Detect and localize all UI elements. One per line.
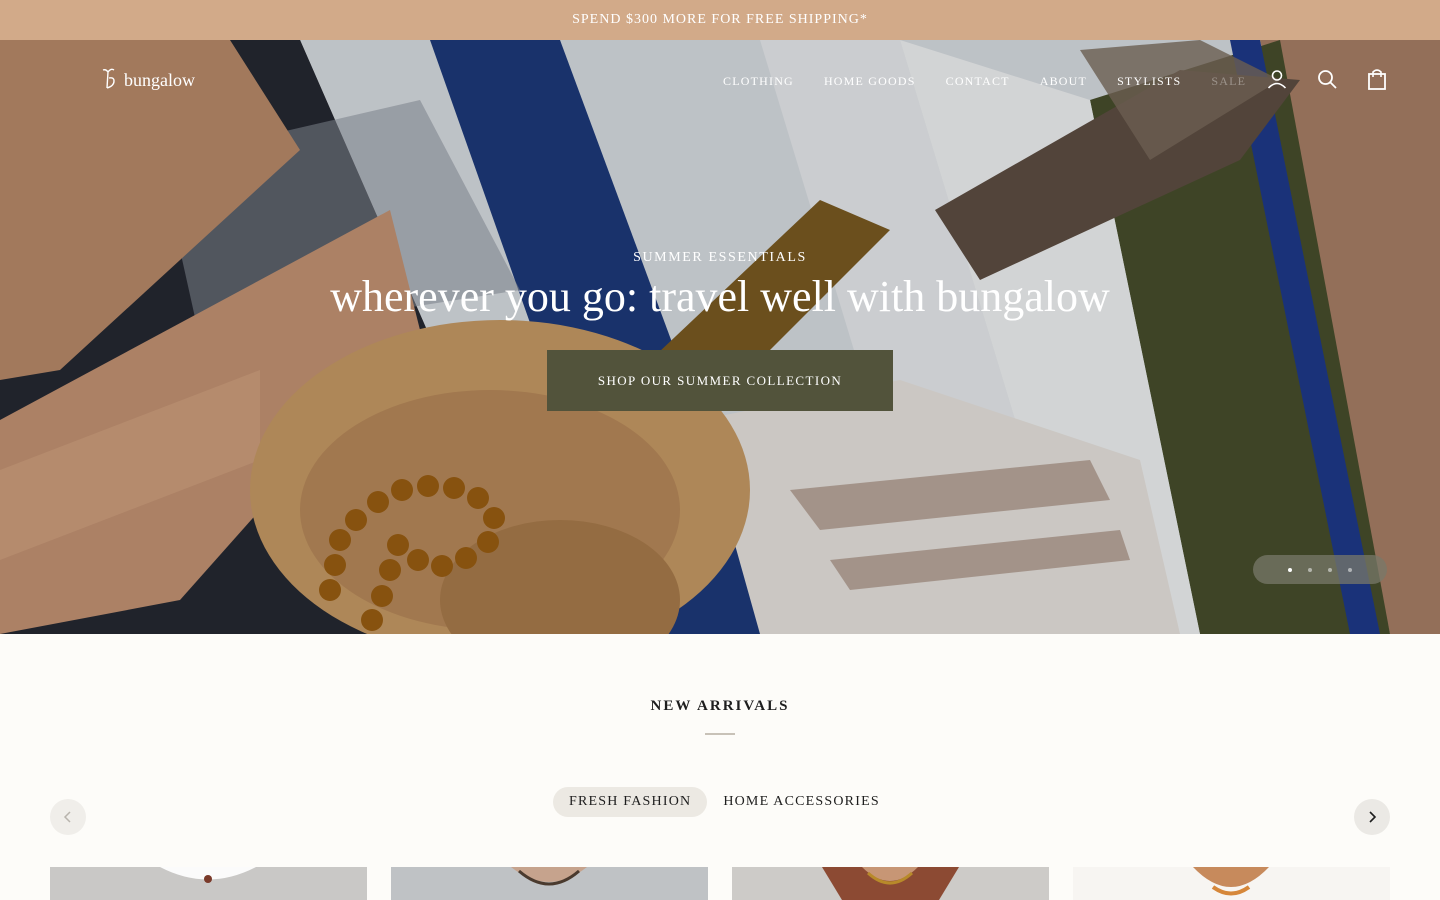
product-card[interactable] <box>1073 867 1390 900</box>
cart-icon[interactable] <box>1366 68 1388 90</box>
nav-item-clothing[interactable]: CLOTHING <box>723 74 794 89</box>
carousel-prev-button[interactable] <box>50 799 86 835</box>
slider-dot-3[interactable] <box>1328 567 1332 572</box>
product-image <box>50 867 367 900</box>
arrivals-tabs: FRESH FASHION HOME ACCESSORIES <box>553 787 896 817</box>
product-card[interactable] <box>732 867 1049 900</box>
hero-eyebrow: SUMMER ESSENTIALS <box>633 250 807 265</box>
product-card[interactable] <box>50 867 367 900</box>
nav-item-stylists[interactable]: STYLISTS <box>1117 74 1181 89</box>
hero-title: wherever you go: travel well with bungal… <box>330 272 1110 321</box>
tab-home-accessories[interactable]: HOME ACCESSORIES <box>707 787 896 817</box>
nav-item-about[interactable]: ABOUT <box>1040 74 1087 89</box>
header-actions <box>1266 68 1388 90</box>
chevron-left-icon <box>63 811 71 823</box>
slider-dot-1[interactable] <box>1288 567 1292 572</box>
product-carousel <box>50 867 1390 900</box>
hero-slider-dots <box>1253 555 1387 584</box>
brand-logo[interactable]: bungalow <box>102 68 195 92</box>
product-card[interactable] <box>391 867 708 900</box>
account-icon[interactable] <box>1266 68 1288 90</box>
title-divider <box>705 733 735 735</box>
nav-item-home-goods[interactable]: HOME GOODS <box>824 74 916 89</box>
tab-fresh-fashion[interactable]: FRESH FASHION <box>553 787 708 817</box>
chevron-right-icon <box>1369 811 1377 823</box>
product-image <box>732 867 1049 900</box>
announcement-text: SPEND $300 MORE FOR FREE SHIPPING* <box>572 12 868 27</box>
brand-name: bungalow <box>124 69 195 90</box>
carousel-next-button[interactable] <box>1354 799 1390 835</box>
nav-item-sale[interactable]: SALE <box>1211 74 1246 89</box>
product-image <box>391 867 708 900</box>
new-arrivals-title: NEW ARRIVALS <box>650 698 790 714</box>
main-nav: CLOTHING HOME GOODS CONTACT ABOUT STYLIS… <box>723 74 1246 89</box>
search-icon[interactable] <box>1316 68 1338 90</box>
announcement-bar: SPEND $300 MORE FOR FREE SHIPPING* <box>0 0 1440 40</box>
slider-dot-4[interactable] <box>1348 567 1352 572</box>
slider-dot-2[interactable] <box>1308 567 1312 572</box>
product-image <box>1073 867 1390 900</box>
nav-item-contact[interactable]: CONTACT <box>946 74 1010 89</box>
palm-logo-icon <box>102 68 115 89</box>
hero-content: SUMMER ESSENTIALS wherever you go: trave… <box>320 250 1120 411</box>
site-header: bungalow CLOTHING HOME GOODS CONTACT ABO… <box>0 40 1440 124</box>
shop-summer-collection-button[interactable]: SHOP OUR SUMMER COLLECTION <box>547 350 893 411</box>
